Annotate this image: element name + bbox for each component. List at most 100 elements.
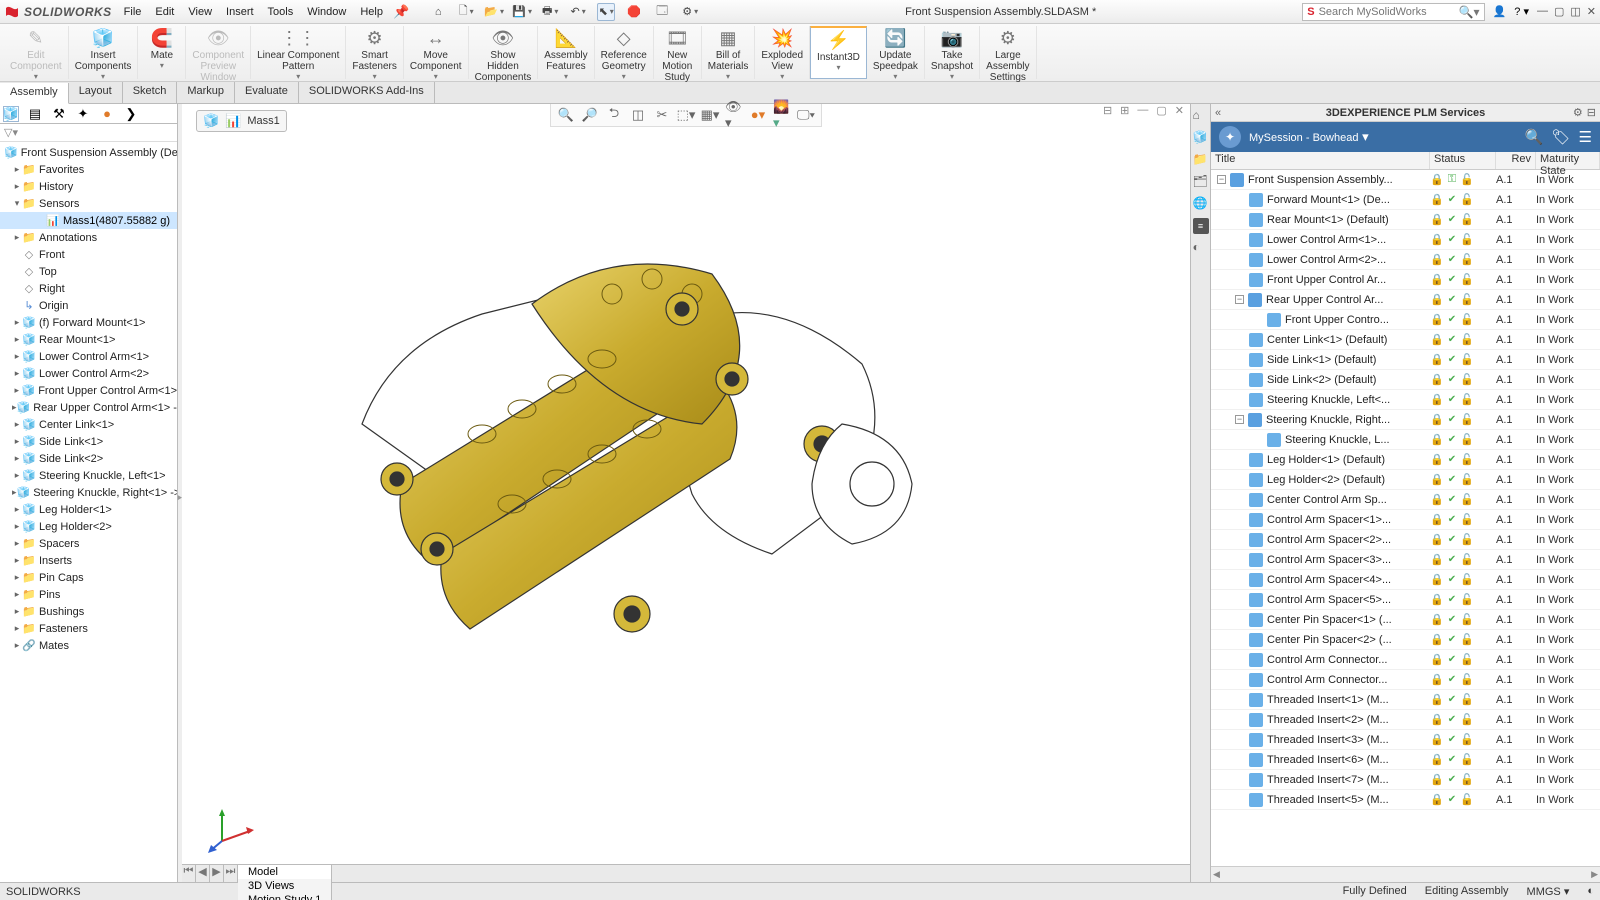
feature-filter[interactable]: ▽▾ <box>0 124 177 142</box>
ribbon-smart[interactable]: ⚙Smart Fasteners▾ <box>346 26 403 79</box>
tree-node[interactable]: ▸📁Pin Caps <box>0 569 177 586</box>
tree-node[interactable]: ▸📁Pins <box>0 586 177 603</box>
plm-row[interactable]: −Front Suspension Assembly...🔒⚿🔓A.1In Wo… <box>1211 170 1600 190</box>
ribbon-take[interactable]: 📷Take Snapshot▾ <box>925 26 980 79</box>
maximize-icon[interactable]: ◫ <box>1570 5 1580 18</box>
search-icon[interactable]: 🔍▾ <box>1459 5 1480 19</box>
taskpane-view-icon[interactable]: 🌐 <box>1193 196 1209 212</box>
fm-config-tab-icon[interactable]: ⚒ <box>51 106 67 122</box>
tab-assembly[interactable]: Assembly <box>0 83 69 104</box>
tab-markup[interactable]: Markup <box>177 82 235 103</box>
tree-node[interactable]: ▸🧊Steering Knuckle, Left<1> <box>0 467 177 484</box>
print-icon[interactable]: 🖶 <box>541 3 559 21</box>
tree-node[interactable]: ▸🧊Leg Holder<1> <box>0 501 177 518</box>
dyn-section-icon[interactable]: ✂ <box>653 106 671 124</box>
plm-col-status[interactable]: Status <box>1430 152 1496 169</box>
plm-search-icon[interactable]: 🔍 <box>1525 128 1544 146</box>
doc-close-icon[interactable]: ✕ <box>1175 104 1184 117</box>
fm-appearance-tab-icon[interactable]: ● <box>99 106 115 122</box>
plm-close-icon[interactable]: ⊟ <box>1587 106 1596 119</box>
plm-row[interactable]: −Steering Knuckle, Right...🔒✔🔓A.1In Work <box>1211 410 1600 430</box>
btab-last-icon[interactable]: ⏭ <box>224 865 238 882</box>
search-box[interactable]: S 🔍▾ <box>1302 3 1484 21</box>
tree-node[interactable]: ◇Front <box>0 246 177 263</box>
ribbon-reference[interactable]: ◇Reference Geometry▾ <box>595 26 654 79</box>
tree-node[interactable]: ▸🧊Center Link<1> <box>0 416 177 433</box>
ribbon-show[interactable]: 👁Show Hidden Components▾ <box>469 26 539 79</box>
plm-row[interactable]: Leg Holder<2> (Default)🔒✔🔓A.1In Work <box>1211 470 1600 490</box>
plm-row[interactable]: Front Upper Control Ar...🔒✔🔓A.1In Work <box>1211 270 1600 290</box>
tree-node[interactable]: ▸📁Annotations <box>0 229 177 246</box>
plm-hscroll[interactable] <box>1211 866 1600 882</box>
select-tool-icon[interactable]: ⬉ <box>597 3 615 21</box>
plm-row[interactable]: Threaded Insert<1> (M...🔒✔🔓A.1In Work <box>1211 690 1600 710</box>
tree-node[interactable]: ▸🧊Lower Control Arm<2> <box>0 365 177 382</box>
plm-session-label[interactable]: MySession - Bowhead ▾ <box>1249 129 1517 145</box>
tree-node[interactable]: 📊Mass1(4807.55882 g) <box>0 212 177 229</box>
pin-icon[interactable]: 📌 <box>393 4 409 20</box>
plm-row[interactable]: Steering Knuckle, L...🔒✔🔓A.1In Work <box>1211 430 1600 450</box>
fm-property-tab-icon[interactable]: ▤ <box>27 106 43 122</box>
plm-row[interactable]: Center Pin Spacer<2> (...🔒✔🔓A.1In Work <box>1211 630 1600 650</box>
doc-max-icon[interactable]: — <box>1137 104 1148 117</box>
compass-icon[interactable]: ✦ <box>1219 126 1241 148</box>
section-view-icon[interactable]: ◫ <box>629 106 647 124</box>
plm-row[interactable]: Threaded Insert<7> (M...🔒✔🔓A.1In Work <box>1211 770 1600 790</box>
bottom-tab-motion-study-1[interactable]: Motion Study 1 <box>238 893 332 900</box>
plm-row[interactable]: Center Pin Spacer<1> (...🔒✔🔓A.1In Work <box>1211 610 1600 630</box>
plm-row[interactable]: Leg Holder<1> (Default)🔒✔🔓A.1In Work <box>1211 450 1600 470</box>
close-icon[interactable]: ✕ <box>1587 5 1596 18</box>
plm-row[interactable]: Center Link<1> (Default)🔒✔🔓A.1In Work <box>1211 330 1600 350</box>
settings-gear-icon[interactable]: ⚙ <box>681 3 699 21</box>
fm-tree-tab-icon[interactable]: 🧊 <box>3 106 19 122</box>
taskpane-home-icon[interactable]: ⌂ <box>1193 108 1209 124</box>
status-units[interactable]: MMGS ▾ <box>1527 885 1570 898</box>
ribbon-bill-of[interactable]: ▦Bill of Materials▾ <box>702 26 756 79</box>
taskpane-resources-icon[interactable]: 🧊 <box>1193 130 1209 146</box>
tree-node[interactable]: ▸📁Bushings <box>0 603 177 620</box>
ribbon-assembly[interactable]: 📐Assembly Features▾ <box>538 26 594 79</box>
plm-col-rev[interactable]: Rev <box>1496 152 1536 169</box>
tree-root[interactable]: 🧊Front Suspension Assembly (Default) <box>0 144 177 161</box>
plm-row[interactable]: Control Arm Spacer<1>...🔒✔🔓A.1In Work <box>1211 510 1600 530</box>
ribbon-insert[interactable]: 🧊Insert Components▾ <box>69 26 139 79</box>
bottom-tab-3d-views[interactable]: 3D Views <box>238 879 332 893</box>
view-settings-icon[interactable]: 🖵▾ <box>797 106 815 124</box>
tree-node[interactable]: ▸📁History <box>0 178 177 195</box>
tree-node[interactable]: ◇Right <box>0 280 177 297</box>
plm-row[interactable]: Control Arm Spacer<2>...🔒✔🔓A.1In Work <box>1211 530 1600 550</box>
plm-row[interactable]: Control Arm Connector...🔒✔🔓A.1In Work <box>1211 670 1600 690</box>
plm-row[interactable]: Control Arm Spacer<4>...🔒✔🔓A.1In Work <box>1211 570 1600 590</box>
tree-node[interactable]: ▸🧊Side Link<2> <box>0 450 177 467</box>
ribbon-new[interactable]: 🎞New Motion Study▾ <box>654 26 702 79</box>
display-style-icon[interactable]: ▦▾ <box>701 106 719 124</box>
menu-edit[interactable]: Edit <box>155 6 174 18</box>
tree-node[interactable]: ▸🧊Front Upper Control Arm<1> <box>0 382 177 399</box>
menu-file[interactable]: File <box>124 6 142 18</box>
plm-row[interactable]: Side Link<2> (Default)🔒✔🔓A.1In Work <box>1211 370 1600 390</box>
zoom-area-icon[interactable]: 🔎 <box>581 106 599 124</box>
plm-col-title[interactable]: Title <box>1211 152 1430 169</box>
plm-row[interactable]: Side Link<1> (Default)🔒✔🔓A.1In Work <box>1211 350 1600 370</box>
open-doc-icon[interactable]: 📂 <box>485 3 503 21</box>
tree-node[interactable]: ▸🧊Rear Mount<1> <box>0 331 177 348</box>
options-icon[interactable]: 🗔 <box>653 3 671 21</box>
menu-tools[interactable]: Tools <box>268 6 294 18</box>
scene-icon[interactable]: 🌄▾ <box>773 106 791 124</box>
prev-view-icon[interactable]: ⮌ <box>605 106 623 124</box>
doc-min-icon[interactable]: ⊟ <box>1103 104 1112 117</box>
tree-node[interactable]: ▸🔗Mates <box>0 637 177 654</box>
plm-col-maturity[interactable]: Maturity State <box>1536 152 1600 169</box>
breadcrumb[interactable]: 🧊 📊 Mass1 <box>196 110 287 132</box>
menu-window[interactable]: Window <box>307 6 346 18</box>
tree-node[interactable]: ↳Origin <box>0 297 177 314</box>
status-extra-icon[interactable]: ◐ <box>1587 885 1594 898</box>
expander-icon[interactable]: − <box>1235 295 1244 304</box>
tree-node[interactable]: ▸📁Fasteners <box>0 620 177 637</box>
plm-menu-icon[interactable]: ☰ <box>1579 128 1592 146</box>
taskpane-custom-icon[interactable]: ◐ <box>1193 240 1209 256</box>
tree-node[interactable]: ▸🧊Lower Control Arm<1> <box>0 348 177 365</box>
plm-row[interactable]: −Rear Upper Control Ar...🔒✔🔓A.1In Work <box>1211 290 1600 310</box>
doc-restore2-icon[interactable]: ▢ <box>1156 104 1166 117</box>
rebuild-icon[interactable]: 🛑 <box>625 3 643 21</box>
